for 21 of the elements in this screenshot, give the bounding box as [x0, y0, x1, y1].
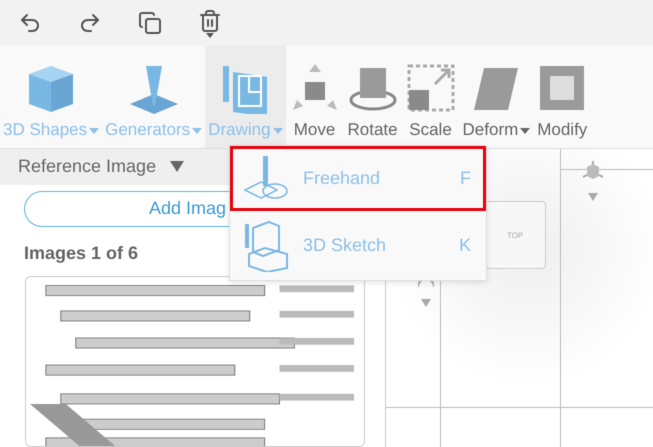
- caret-icon: [206, 32, 214, 38]
- ribbon-button[interactable]: Modify: [533, 46, 592, 148]
- caret-icon: [170, 161, 184, 172]
- delete-icon: [198, 8, 222, 32]
- images-count: Images 1 of 6: [24, 242, 138, 264]
- undo-icon: [18, 11, 42, 35]
- scale-icon: [404, 62, 457, 114]
- caret-icon: [421, 299, 431, 307]
- building-icon: [243, 220, 291, 272]
- redo-icon: [78, 11, 102, 35]
- ribbon-button[interactable]: Rotate: [344, 46, 402, 148]
- ribbon-button[interactable]: 3D Shapes: [0, 46, 102, 148]
- menu-item[interactable]: Freehand F: [230, 146, 486, 211]
- ribbon-button[interactable]: Scale: [402, 46, 460, 148]
- ribbon-button[interactable]: Deform: [460, 46, 534, 148]
- view-cube[interactable]: TOP: [484, 201, 546, 269]
- ribbon-button[interactable]: Generators: [102, 46, 206, 148]
- caret-icon: [588, 193, 598, 201]
- ribbon-button[interactable]: Drawing: [205, 46, 286, 148]
- copy-icon: [138, 11, 162, 35]
- ribbon-button[interactable]: Move: [286, 46, 344, 148]
